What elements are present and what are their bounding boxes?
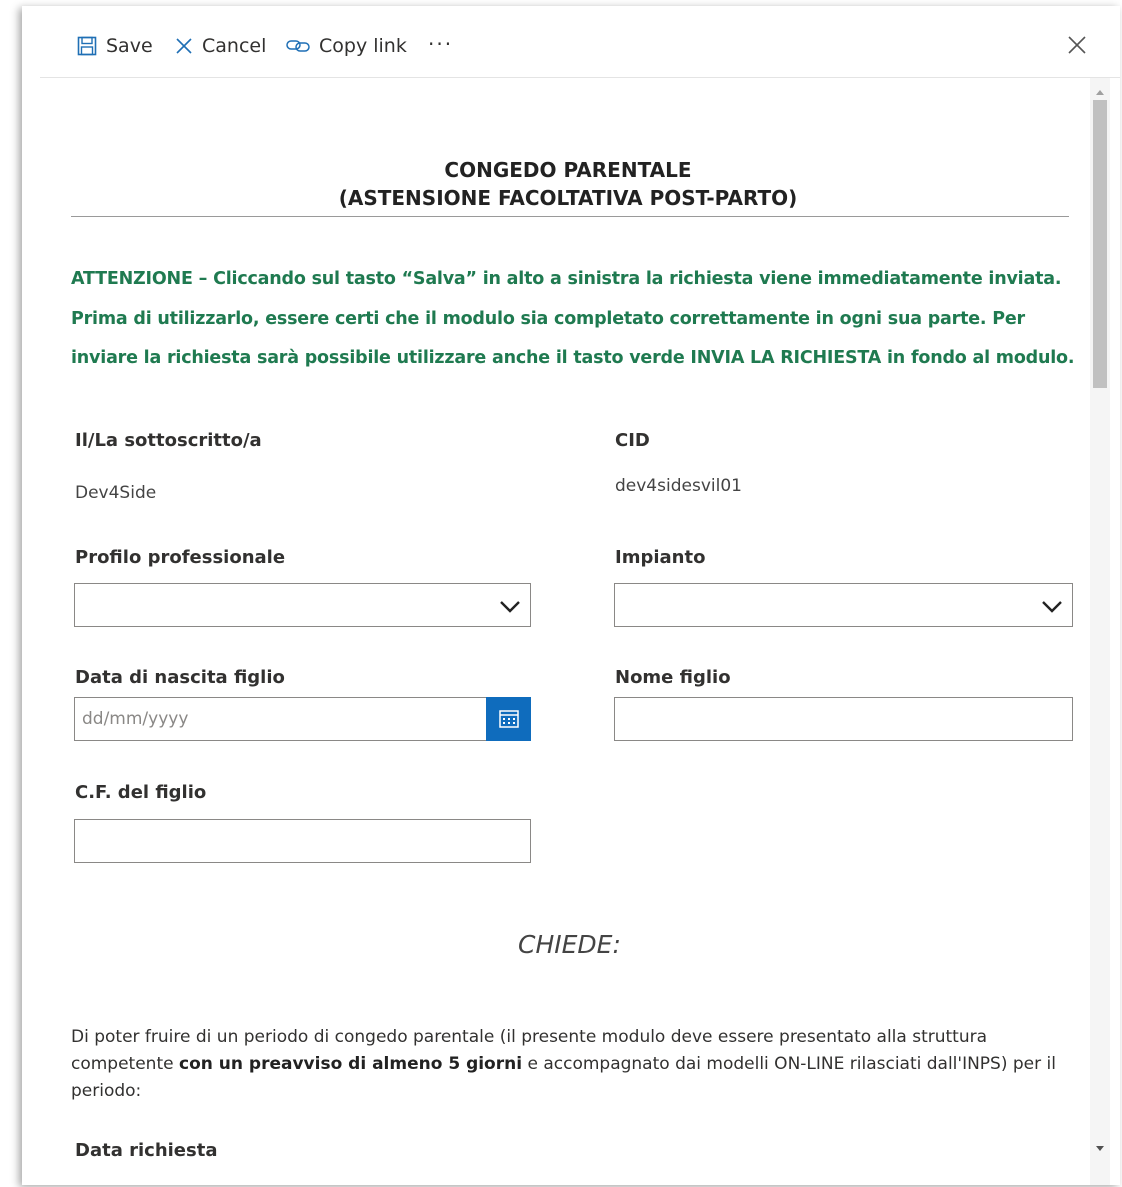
command-bar: Save Cancel Copy link ··· [22, 6, 1120, 78]
notice-line-2: Prima di utilizzarlo, essere certi che i… [71, 308, 1025, 329]
form-content: CONGEDO PARENTALE (ASTENSIONE FACOLTATIV… [22, 78, 1090, 1185]
form-title-line-1: CONGEDO PARENTALE [444, 158, 692, 182]
impianto-dropdown[interactable] [614, 583, 1073, 627]
warning-notice: ATTENZIONE – Cliccando sul tasto “Salva”… [71, 260, 1081, 379]
link-icon [286, 40, 310, 52]
paragraph-bold: con un preavviso di almeno 5 giorni [179, 1054, 523, 1074]
profilo-label: Profilo professionale [75, 547, 286, 568]
close-button[interactable] [1066, 34, 1088, 56]
nome-figlio-input[interactable] [615, 698, 1072, 740]
date-picker-button[interactable] [486, 697, 531, 741]
profilo-dropdown[interactable] [74, 583, 531, 627]
form-title: CONGEDO PARENTALE (ASTENSIONE FACOLTATIV… [52, 156, 1084, 212]
chevron-down-icon [500, 601, 520, 613]
scroll-down-arrow-icon[interactable] [1096, 1146, 1104, 1151]
chiede-heading: CHIEDE: [518, 930, 621, 959]
cid-label: CID [615, 430, 650, 451]
copy-link-label: Copy link [319, 35, 407, 57]
chevron-down-icon [1042, 601, 1062, 613]
save-icon [77, 36, 97, 56]
data-nascita-input[interactable] [75, 698, 484, 740]
more-options-button[interactable]: ··· [428, 30, 453, 58]
impianto-label: Impianto [615, 547, 706, 568]
data-richiesta-label: Data richiesta [75, 1140, 218, 1161]
close-icon [1068, 36, 1086, 54]
nome-figlio-field [614, 697, 1073, 741]
notice-line-3: inviare la richiesta sarà possibile util… [71, 348, 1075, 368]
sottoscritto-value: Dev4Side [75, 483, 157, 503]
cid-value: dev4sidesvil01 [615, 476, 742, 496]
cf-figlio-input[interactable] [75, 820, 530, 862]
cancel-button[interactable]: Cancel [175, 32, 266, 60]
sottoscritto-label: Il/La sottoscritto/a [75, 430, 262, 451]
scrollbar-thumb[interactable] [1093, 100, 1107, 388]
request-paragraph: Di poter fruire di un periodo di congedo… [71, 1024, 1081, 1105]
nome-figlio-label: Nome figlio [615, 667, 731, 688]
cancel-label: Cancel [202, 35, 267, 57]
more-icon: ··· [428, 32, 454, 56]
calendar-icon [498, 710, 519, 728]
form-panel: Save Cancel Copy link ··· CONGEDO PARENT… [22, 6, 1120, 1185]
save-label: Save [106, 35, 153, 57]
notice-line-1: ATTENZIONE – Cliccando sul tasto “Salva”… [71, 269, 1062, 289]
title-divider [71, 216, 1069, 217]
form-title-line-2: (ASTENSIONE FACOLTATIVA POST-PARTO) [338, 186, 798, 210]
cf-figlio-label: C.F. del figlio [75, 782, 207, 803]
vertical-scrollbar[interactable] [1090, 78, 1110, 1185]
scroll-up-arrow-icon[interactable] [1096, 90, 1104, 95]
cf-figlio-field [74, 819, 531, 863]
data-nascita-label: Data di nascita figlio [75, 667, 285, 688]
copy-link-button[interactable]: Copy link [286, 32, 407, 60]
save-button[interactable]: Save [77, 32, 153, 60]
cancel-icon [176, 38, 192, 54]
data-nascita-field [74, 697, 531, 741]
